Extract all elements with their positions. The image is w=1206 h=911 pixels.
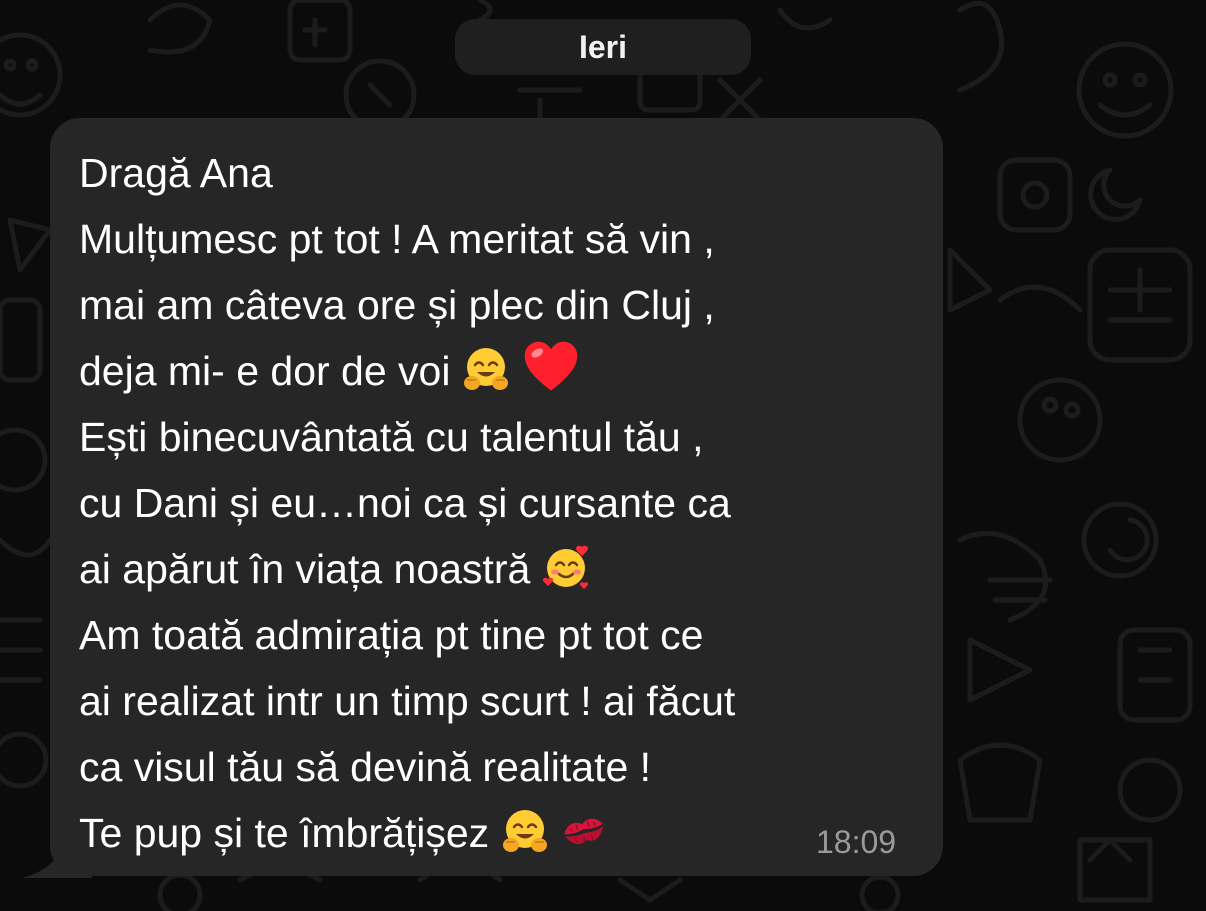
- hugging-face-emoji: [501, 807, 549, 855]
- message-line-text: ca visul tău să devină realitate !: [79, 744, 652, 790]
- message-line-text: ai realizat intr un timp scurt ! ai făcu…: [79, 678, 736, 724]
- message-text: Dragă Ana Mulțumesc pt tot ! A meritat s…: [79, 140, 929, 866]
- message-line-text: Te pup și te îmbrățișez: [79, 810, 501, 856]
- message-line: ca visul tău să devină realitate !: [79, 734, 929, 800]
- message-line-text: mai am câteva ore și plec din Cluj ,: [79, 282, 715, 328]
- message-line: Te pup și te îmbrățișez: [79, 800, 929, 866]
- message-line: ai realizat intr un timp scurt ! ai făcu…: [79, 668, 929, 734]
- message-line: Ești binecuvântată cu talentul tău ,: [79, 404, 929, 470]
- message-line-text: Mulțumesc pt tot ! A meritat să vin ,: [79, 216, 715, 262]
- message-line-text: cu Dani și eu…noi ca și cursante ca: [79, 480, 731, 526]
- message-line: mai am câteva ore și plec din Cluj ,: [79, 272, 929, 338]
- red-heart-emoji: [521, 338, 581, 398]
- hugging-face-emoji: [462, 345, 510, 393]
- message-line-text: Ești binecuvântată cu talentul tău ,: [79, 414, 704, 460]
- kiss-mark-emoji: [560, 807, 608, 855]
- date-separator: Ieri: [455, 19, 751, 75]
- message-line: Mulțumesc pt tot ! A meritat să vin ,: [79, 206, 929, 272]
- message-line: ai apărut în viața noastră: [79, 536, 929, 602]
- message-line-text: deja mi- e dor de voi: [79, 348, 462, 394]
- message-line: cu Dani și eu…noi ca și cursante ca: [79, 470, 929, 536]
- date-separator-label: Ieri: [578, 29, 628, 65]
- smiling-face-with-hearts-emoji: [542, 543, 590, 591]
- message-line-text: Dragă Ana: [79, 150, 273, 196]
- message-line-text: Am toată admirația pt tine pt tot ce: [79, 612, 704, 658]
- message-line: deja mi- e dor de voi: [79, 338, 929, 404]
- message-line: Dragă Ana: [79, 140, 929, 206]
- message-timestamp: 18:09: [816, 824, 897, 860]
- message-line: Am toată admirația pt tine pt tot ce: [79, 602, 929, 668]
- message-line-text: ai apărut în viața noastră: [79, 546, 542, 592]
